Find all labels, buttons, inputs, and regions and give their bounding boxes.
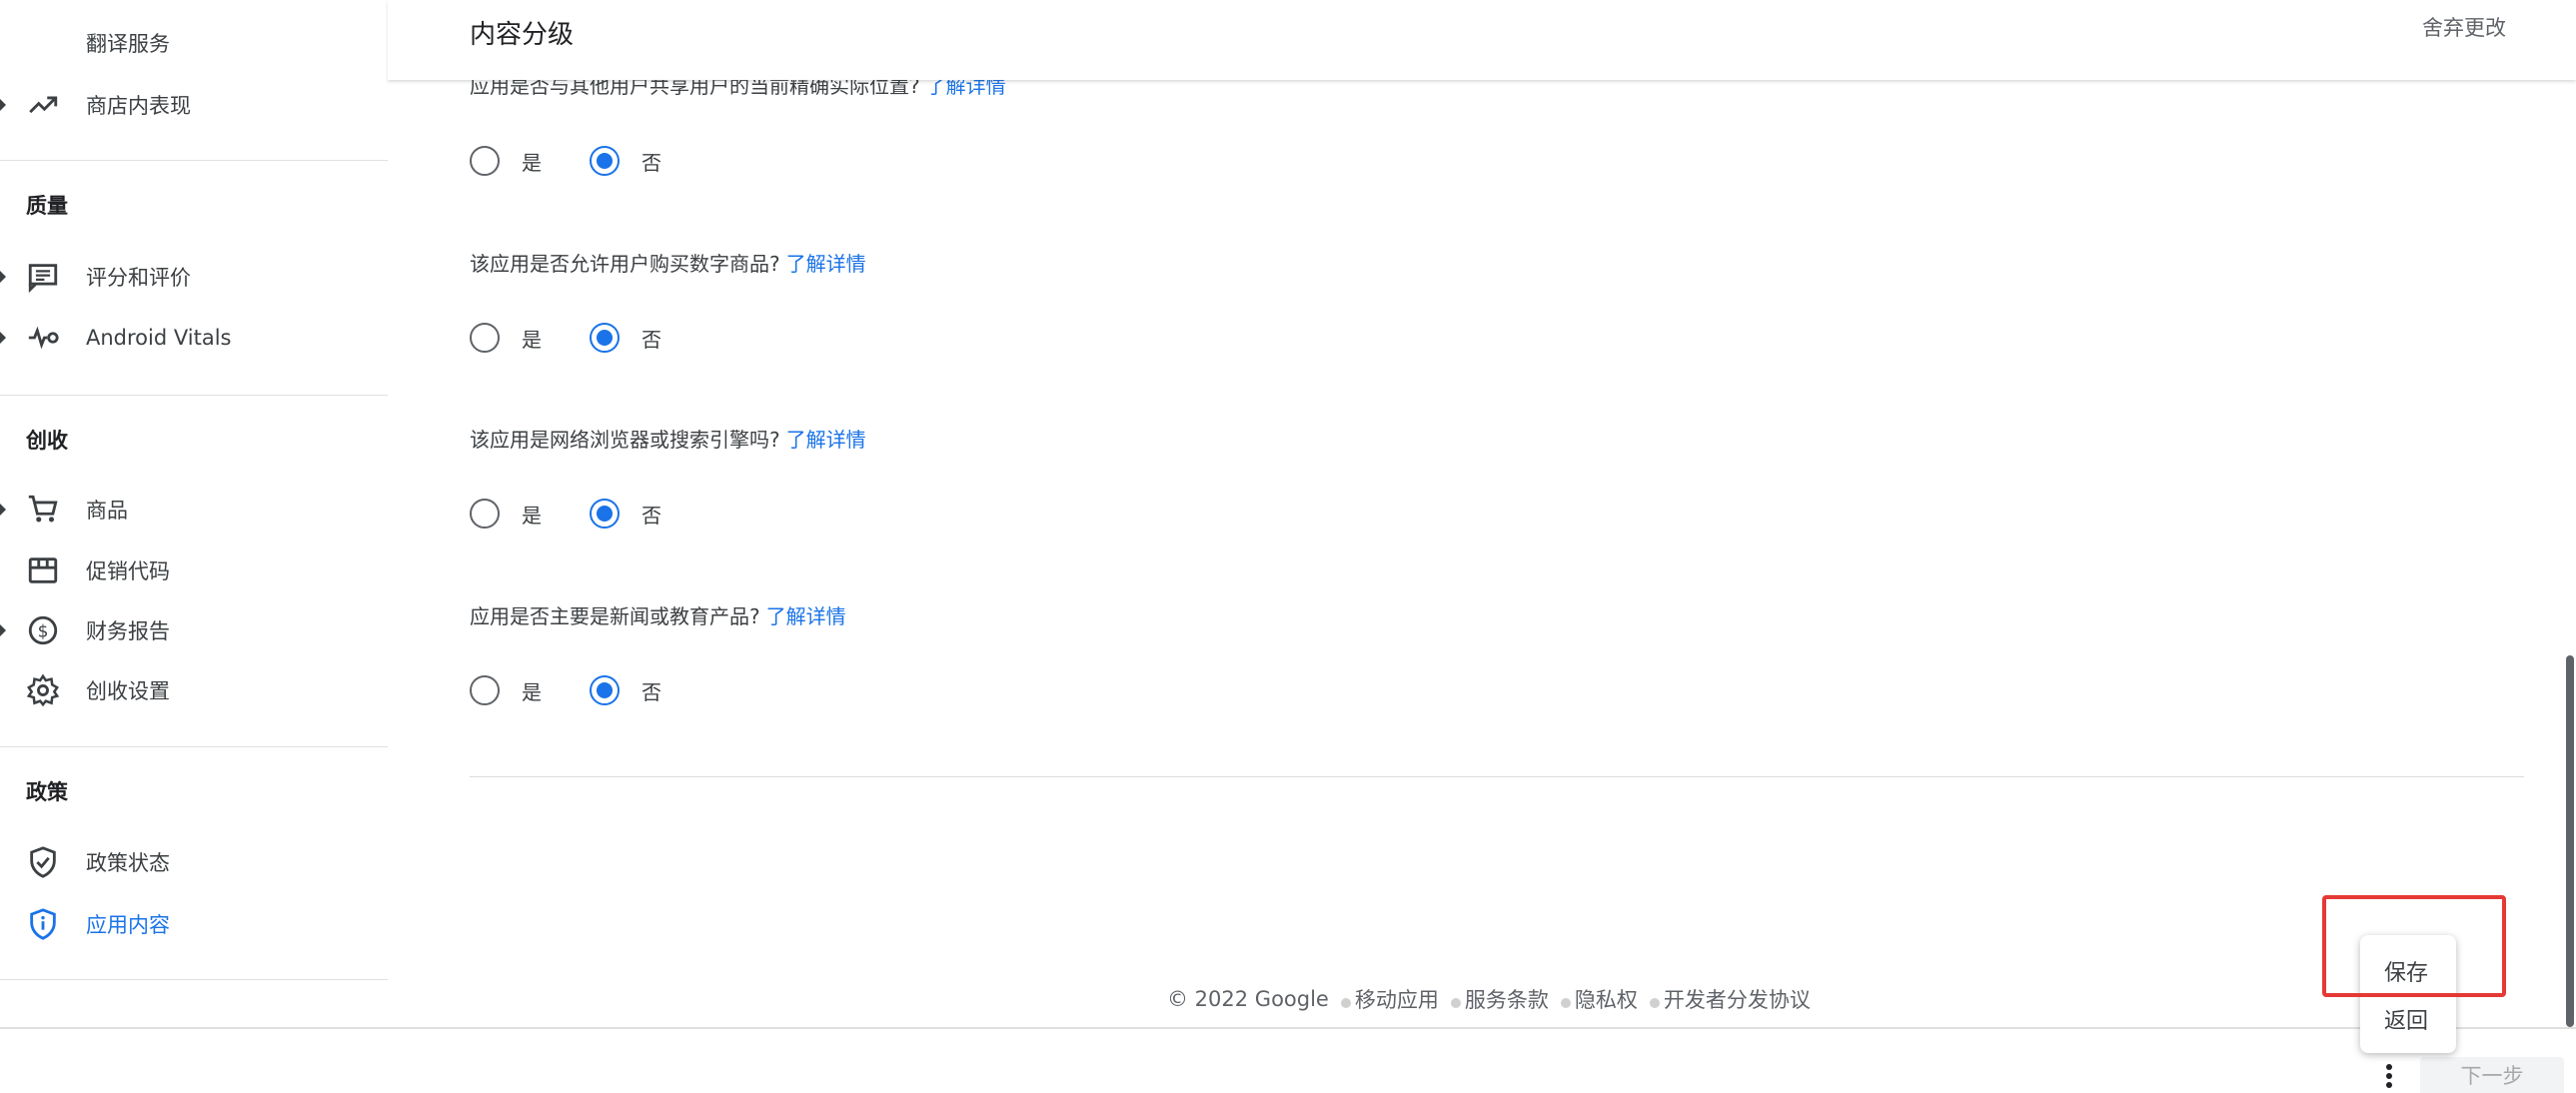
section-header-policy: 政策 — [26, 780, 68, 804]
sidebar-divider — [0, 395, 388, 396]
expand-arrow-icon[interactable] — [0, 99, 6, 111]
sidebar-divider — [0, 746, 388, 747]
radio-group-news-education: 是 否 — [470, 673, 709, 707]
question-text: 该应用是否允许用户购买数字商品? — [470, 252, 780, 276]
learn-more-link[interactable]: 了解详情 — [766, 604, 846, 628]
review-icon — [26, 260, 60, 294]
discard-changes-button[interactable]: 舍弃更改 — [2422, 12, 2506, 42]
radio-yes-label: 是 — [522, 150, 542, 175]
menu-item-back[interactable]: 返回 — [2384, 1003, 2428, 1035]
radio-group-digital-purchases: 是 否 — [470, 321, 709, 355]
radio-group-web-browser: 是 否 — [470, 497, 709, 531]
radio-yes-label: 是 — [522, 327, 542, 352]
expand-arrow-icon[interactable] — [0, 624, 6, 636]
sidebar-item-label: 促销代码 — [86, 559, 170, 583]
footer-link-privacy[interactable]: 隐私权 — [1575, 984, 1638, 1014]
radio-no[interactable] — [590, 323, 620, 353]
question-text: 应用是否主要是新闻或教育产品? — [470, 604, 760, 628]
menu-item-save[interactable]: 保存 — [2384, 955, 2428, 987]
expand-arrow-icon[interactable] — [0, 271, 6, 283]
radio-yes-label: 是 — [522, 679, 542, 704]
page-footer: © 2022 Google 移动应用 服务条款 隐私权 开发者分发协议 — [1167, 984, 1811, 1014]
sidebar-item-android-vitals[interactable]: Android Vitals — [0, 313, 388, 363]
section-header-monetize: 创收 — [26, 429, 68, 453]
sidebar-item-products[interactable]: 商品 — [0, 485, 388, 535]
page-header: 内容分级 舍弃更改 — [388, 0, 2576, 80]
sidebar-item-label: 评分和评价 — [86, 266, 191, 290]
next-button[interactable]: 下一步 — [2420, 1057, 2564, 1093]
separator-dot — [1649, 998, 1660, 1008]
more-options-button[interactable] — [2374, 1059, 2404, 1093]
question-web-browser: 该应用是网络浏览器或搜索引擎吗? 了解详情 — [470, 424, 866, 453]
sidebar-item-label: 翻译服务 — [86, 32, 170, 56]
dollar-icon: $ — [26, 613, 60, 647]
sidebar-item-label: 政策状态 — [86, 851, 170, 875]
footer-link-mobile-apps[interactable]: 移动应用 — [1355, 984, 1439, 1014]
radio-no[interactable] — [590, 675, 620, 705]
sidebar-item-app-content[interactable]: 应用内容 — [0, 899, 388, 949]
more-vert-icon — [2386, 1064, 2392, 1088]
sidebar-item-store-performance[interactable]: 商店内表现 — [0, 80, 388, 130]
gear-icon — [26, 673, 60, 707]
store-icon — [26, 553, 60, 587]
separator-dot — [1450, 998, 1461, 1008]
radio-no[interactable] — [590, 146, 620, 176]
sidebar-item-monetization-settings[interactable]: 创收设置 — [0, 665, 388, 715]
radio-yes[interactable] — [470, 323, 500, 353]
question-digital-purchases: 该应用是否允许用户购买数字商品? 了解详情 — [470, 248, 866, 277]
scrollbar-thumb[interactable] — [2566, 655, 2574, 1027]
more-options-menu: 保存 返回 — [2360, 935, 2456, 1053]
sidebar-item-ratings-reviews[interactable]: 评分和评价 — [0, 252, 388, 302]
radio-no-label: 否 — [642, 150, 661, 175]
sidebar-item-label: 商品 — [86, 499, 128, 523]
expand-arrow-icon[interactable] — [0, 332, 6, 344]
learn-more-link[interactable]: 了解详情 — [786, 252, 866, 276]
sidebar-item-label: 应用内容 — [86, 913, 170, 937]
separator-dot — [1560, 998, 1571, 1008]
sidebar-item-label: 财务报告 — [86, 619, 170, 643]
learn-more-link[interactable]: 了解详情 — [786, 428, 866, 452]
trending-up-icon — [26, 88, 60, 122]
sidebar-item-label: 商店内表现 — [86, 94, 191, 118]
sidebar-item-promo-codes[interactable]: 促销代码 — [0, 546, 388, 595]
radio-no-label: 否 — [642, 679, 661, 704]
sidebar-nav: 翻译服务 商店内表现 质量 评分和评价 Android Vitals 创收 商品 — [0, 0, 388, 1029]
question-news-education: 应用是否主要是新闻或教育产品? 了解详情 — [470, 600, 846, 629]
separator-dot — [1340, 998, 1351, 1008]
svg-text:$: $ — [38, 621, 49, 641]
question-text: 该应用是网络浏览器或搜索引擎吗? — [470, 428, 780, 452]
radio-yes-label: 是 — [522, 503, 542, 528]
sidebar-item-financial-reports[interactable]: $ 财务报告 — [0, 605, 388, 655]
sidebar-item-policy-status[interactable]: 政策状态 — [0, 837, 388, 887]
sidebar-item-label: Android Vitals — [86, 326, 232, 350]
shield-check-icon — [26, 845, 60, 879]
footer-link-terms[interactable]: 服务条款 — [1465, 984, 1549, 1014]
radio-group-location-sharing: 是 否 — [470, 144, 709, 178]
sidebar-item-translation[interactable]: 翻译服务 — [0, 18, 388, 68]
bottom-action-bar — [0, 1027, 2576, 1093]
radio-yes[interactable] — [470, 675, 500, 705]
page-title: 内容分级 — [470, 20, 575, 50]
vitals-icon — [26, 321, 60, 355]
cart-icon — [26, 493, 60, 527]
copyright-text: © 2022 Google — [1167, 987, 1329, 1011]
expand-arrow-icon[interactable] — [0, 504, 6, 516]
sidebar-divider — [0, 979, 388, 980]
radio-no-label: 否 — [642, 503, 661, 528]
content-divider — [470, 776, 2524, 777]
radio-yes[interactable] — [470, 146, 500, 176]
sidebar-divider — [0, 160, 388, 161]
radio-no-label: 否 — [642, 327, 661, 352]
shield-info-icon — [26, 907, 60, 941]
radio-yes[interactable] — [470, 499, 500, 529]
radio-no[interactable] — [590, 499, 620, 529]
section-header-quality: 质量 — [26, 194, 68, 218]
sidebar-item-label: 创收设置 — [86, 679, 170, 703]
footer-link-distribution-agreement[interactable]: 开发者分发协议 — [1664, 984, 1811, 1014]
